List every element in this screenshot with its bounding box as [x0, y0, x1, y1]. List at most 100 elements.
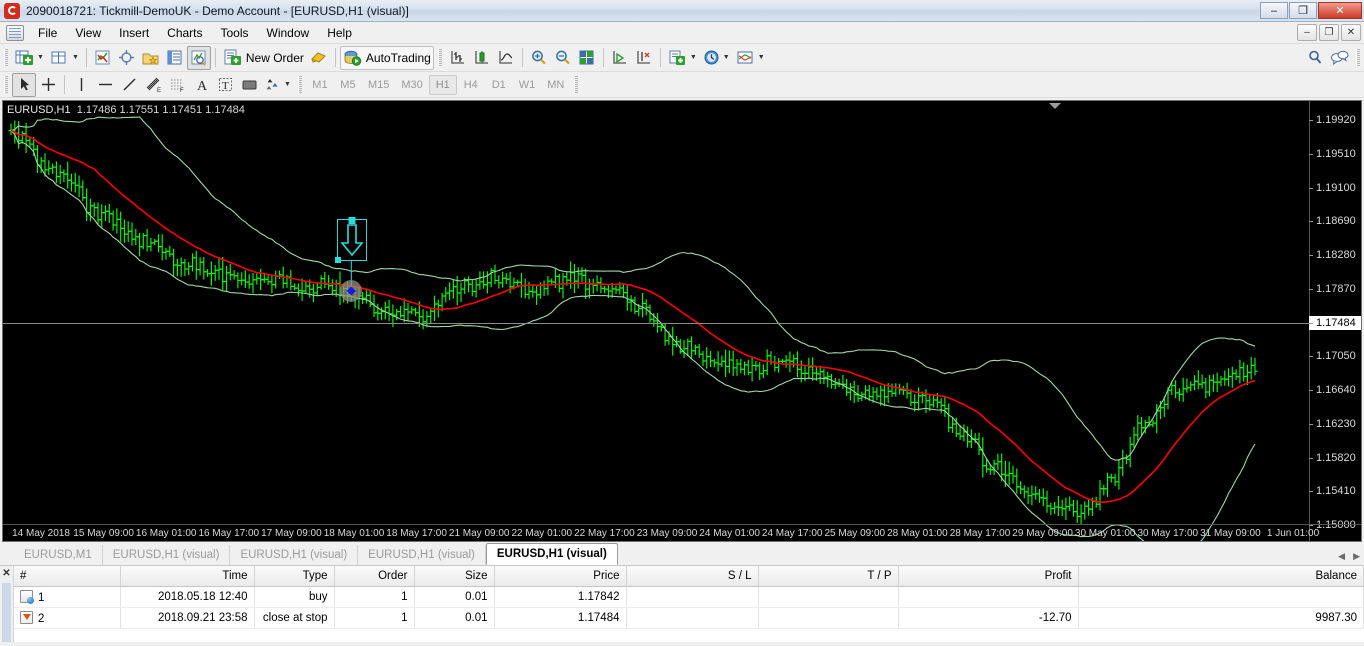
- navigator-button[interactable]: [139, 46, 163, 70]
- menu-item-view[interactable]: View: [66, 23, 110, 43]
- time-tick: 14 May 2018: [12, 528, 70, 539]
- toolbar-grip[interactable]: [4, 49, 8, 67]
- timeframe-m30[interactable]: M30: [395, 75, 428, 95]
- templates-button[interactable]: ▼: [665, 46, 700, 70]
- templates-caret-icon[interactable]: ▼: [690, 54, 697, 61]
- periods-caret-icon[interactable]: ▼: [723, 54, 730, 61]
- new-chart-caret-icon[interactable]: ▼: [37, 54, 44, 61]
- trendline-button[interactable]: [117, 73, 141, 97]
- chart-scroll-indicator-icon[interactable]: [1049, 103, 1061, 109]
- chart-tab-4[interactable]: EURUSD,H1 (visual): [486, 543, 618, 565]
- chart-shift-button[interactable]: [632, 46, 656, 70]
- chart-tab-1[interactable]: EURUSD,H1 (visual): [103, 545, 231, 565]
- tab-scroll-left-icon[interactable]: ◀: [1338, 551, 1345, 562]
- auto-scroll-button[interactable]: [608, 46, 632, 70]
- indicators-button[interactable]: ▼: [733, 46, 768, 70]
- time-axis[interactable]: 14 May 201815 May 09:0016 May 01:0016 Ma…: [3, 524, 1361, 541]
- time-tick: 31 May 09:00: [1200, 528, 1261, 539]
- tab-scroll-right-icon[interactable]: ▶: [1353, 551, 1360, 562]
- timeframe-m15[interactable]: M15: [362, 75, 395, 95]
- timeframe-mn[interactable]: MN: [541, 75, 570, 95]
- timeframe-d1[interactable]: D1: [485, 75, 513, 95]
- search-button[interactable]: [1303, 46, 1327, 70]
- vertical-line-button[interactable]: [69, 73, 93, 97]
- profiles-caret-icon[interactable]: ▼: [72, 54, 79, 61]
- periods-button[interactable]: ▼: [700, 46, 733, 70]
- shapes-button[interactable]: ▼: [261, 73, 294, 97]
- col-header-balance[interactable]: Balance: [1078, 566, 1364, 586]
- toolbar-grip[interactable]: [298, 76, 302, 94]
- indicators-caret-icon[interactable]: ▼: [758, 54, 765, 61]
- horizontal-line-button[interactable]: [93, 73, 117, 97]
- timeframe-m1[interactable]: M1: [306, 75, 334, 95]
- rectangle-button[interactable]: [237, 73, 261, 97]
- restore-button[interactable]: ❐: [1289, 2, 1317, 19]
- chart-grid-button[interactable]: [575, 46, 599, 70]
- menu-item-charts[interactable]: Charts: [158, 23, 211, 43]
- toolbar-grip[interactable]: [4, 76, 8, 94]
- line-chart-icon: [497, 49, 514, 66]
- timeframe-m5[interactable]: M5: [334, 75, 362, 95]
- terminal-tab-rail[interactable]: [2, 583, 11, 642]
- shapes-caret-icon[interactable]: ▼: [284, 81, 291, 88]
- mdi-restore-button[interactable]: ❐: [1319, 24, 1339, 41]
- col-header-size[interactable]: Size: [414, 566, 494, 586]
- marker-handle-top[interactable]: [349, 217, 356, 224]
- crosshair-button[interactable]: [36, 73, 60, 97]
- chart-tab-2[interactable]: EURUSD,H1 (visual): [230, 545, 358, 565]
- terminal-close-icon[interactable]: ✕: [2, 568, 10, 579]
- terminal-button[interactable]: [163, 46, 187, 70]
- table-row[interactable]: 2 2018.09.21 23:58 close at stop 1 0.01 …: [14, 607, 1364, 628]
- minimize-button[interactable]: –: [1260, 2, 1288, 19]
- toolbar-grip[interactable]: [1356, 49, 1360, 67]
- cursor-button[interactable]: [12, 73, 36, 97]
- candlestick-chart-button[interactable]: [470, 46, 494, 70]
- toolbar-grip[interactable]: [574, 76, 578, 94]
- toolbar-grip[interactable]: [438, 49, 442, 67]
- col-header-num[interactable]: #: [14, 566, 120, 586]
- chart-tab-3[interactable]: EURUSD,H1 (visual): [358, 545, 486, 565]
- col-header-profit[interactable]: Profit: [898, 566, 1078, 586]
- menu-item-tools[interactable]: Tools: [212, 23, 258, 43]
- zoom-in-button[interactable]: [527, 46, 551, 70]
- new-order-button[interactable]: New Order: [220, 46, 307, 70]
- menu-item-file[interactable]: File: [29, 23, 66, 43]
- col-header-order[interactable]: Order: [334, 566, 414, 586]
- mdi-minimize-button[interactable]: –: [1297, 24, 1317, 41]
- col-header-sl[interactable]: S / L: [626, 566, 758, 586]
- price-axis[interactable]: 1.199201.195101.191001.186901.182801.178…: [1309, 101, 1361, 541]
- col-header-price[interactable]: Price: [494, 566, 626, 586]
- marker-handle-bottom[interactable]: [335, 257, 341, 263]
- col-header-tp[interactable]: T / P: [758, 566, 898, 586]
- chat-button[interactable]: [1327, 46, 1352, 70]
- new-chart-button[interactable]: ▼: [12, 46, 47, 70]
- time-tick: 23 May 09:00: [637, 528, 698, 539]
- text-button[interactable]: A: [189, 73, 213, 97]
- profiles-button[interactable]: ▼: [47, 46, 82, 70]
- menu-item-insert[interactable]: Insert: [110, 23, 158, 43]
- col-header-time[interactable]: Time: [120, 566, 254, 586]
- text-label-button[interactable]: T: [213, 73, 237, 97]
- chart-tab-0[interactable]: EURUSD,M1: [14, 545, 103, 565]
- bar-chart-button[interactable]: [446, 46, 470, 70]
- sell-arrow-marker[interactable]: [337, 219, 367, 261]
- menu-item-window[interactable]: Window: [258, 23, 319, 43]
- timeframe-h1[interactable]: H1: [429, 75, 457, 95]
- equidistant-channel-button[interactable]: E: [141, 73, 165, 97]
- fibonacci-button[interactable]: F: [165, 73, 189, 97]
- data-window-button[interactable]: [115, 46, 139, 70]
- zoom-out-button[interactable]: [551, 46, 575, 70]
- metaeditor-button[interactable]: [307, 46, 331, 70]
- col-header-type[interactable]: Type: [254, 566, 334, 586]
- close-button[interactable]: ✕: [1318, 2, 1362, 19]
- autotrading-button[interactable]: AutoTrading: [340, 46, 434, 70]
- menu-item-help[interactable]: Help: [318, 23, 361, 43]
- table-row[interactable]: 1 2018.05.18 12:40 buy 1 0.01 1.17842: [14, 586, 1364, 607]
- line-chart-button[interactable]: [494, 46, 518, 70]
- strategy-tester-button[interactable]: [187, 46, 211, 70]
- mdi-close-button[interactable]: ✕: [1341, 24, 1361, 41]
- timeframe-w1[interactable]: W1: [513, 75, 542, 95]
- timeframe-h4[interactable]: H4: [457, 75, 485, 95]
- market-watch-button[interactable]: [91, 46, 115, 70]
- chart-canvas[interactable]: EURUSD,H1 1.17486 1.17551 1.17451 1.1748…: [2, 100, 1362, 542]
